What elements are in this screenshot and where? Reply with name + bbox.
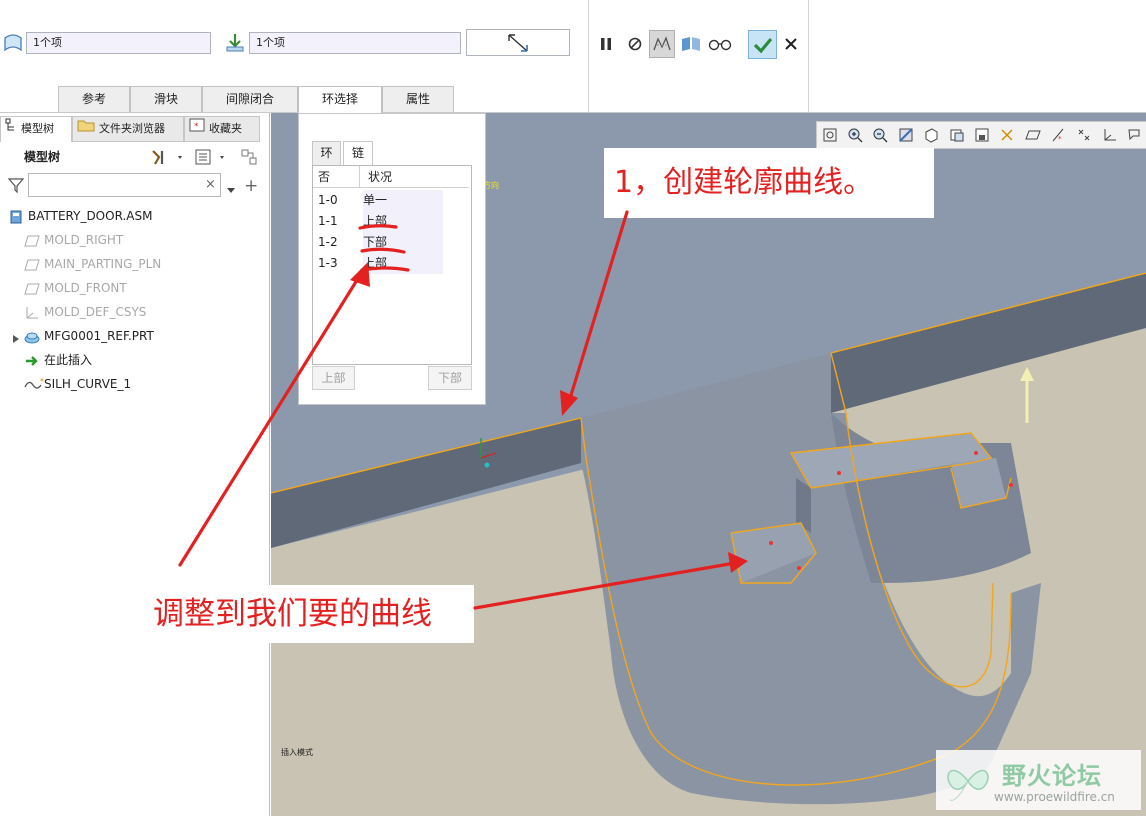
datum-plane-icon <box>24 257 40 273</box>
tab-chains[interactable]: 链 <box>343 141 373 165</box>
annotation-create-curve: 1，创建轮廓曲线。 <box>604 148 934 218</box>
insert-mode-label: 插入模式 <box>281 748 313 757</box>
model-tree-panel: 模型树 文件夹浏览器 * 收藏夹 模型树 × + BATTERY_DOOR.ASM… <box>0 113 270 816</box>
part-icon <box>24 329 40 345</box>
download-arrow-icon[interactable] <box>224 32 246 57</box>
favorites-icon: * <box>189 117 205 141</box>
svg-text:*: * <box>1058 135 1062 143</box>
watermark-url: www.proewildfire.cn <box>994 790 1115 804</box>
tab-references[interactable]: 参考 <box>58 86 130 112</box>
tab-folder-browser[interactable]: 文件夹浏览器 <box>72 116 184 142</box>
loop-selection-panel: 环 链 否 状况 1-0 单一 1-1 上部 1-2 下部 1-3 上部 上部 下部 <box>298 113 486 405</box>
display-style-icon[interactable] <box>919 123 944 147</box>
tab-properties[interactable]: 属性 <box>382 86 454 112</box>
table-row[interactable]: 1-2 下部 <box>313 232 443 253</box>
forum-watermark: 野火论坛 www.proewildfire.cn <box>936 750 1141 810</box>
assembly-icon <box>8 209 24 225</box>
graphics-toolbar: * <box>816 121 1146 149</box>
scale-button[interactable] <box>466 29 570 56</box>
tree-item-curve[interactable]: * SILH_CURVE_1 <box>24 373 131 395</box>
tab-model-tree[interactable]: 模型树 <box>0 116 72 142</box>
tab-slider[interactable]: 滑块 <box>130 86 202 112</box>
add-icon[interactable]: + <box>244 176 258 196</box>
tree-item-part[interactable]: MFG0001_REF.PRT <box>24 325 154 347</box>
tree-item-datum-plane[interactable]: MOLD_RIGHT <box>24 229 123 251</box>
butterfly-logo-icon <box>942 756 994 809</box>
plane-display-icon[interactable] <box>1020 123 1045 147</box>
tree-item-insert-here[interactable]: 在此插入 <box>24 349 92 371</box>
saved-views-icon[interactable] <box>944 123 969 147</box>
column-header-status: 状况 <box>359 166 469 188</box>
table-row[interactable]: 1-1 上部 <box>313 211 443 232</box>
column-header-no: 否 <box>313 166 359 188</box>
tree-item-datum-plane[interactable]: MAIN_PARTING_PLN <box>24 253 161 275</box>
refit-icon[interactable] <box>817 123 842 147</box>
tab-loop-selection[interactable]: 环选择 <box>298 86 382 113</box>
insert-here-arrow-icon <box>24 353 40 369</box>
table-row[interactable]: 1-0 单一 <box>313 190 443 211</box>
preview-icon[interactable] <box>678 30 704 58</box>
pause-icon[interactable] <box>593 30 619 58</box>
tab-gap-closure[interactable]: 间隙闭合 <box>202 86 298 112</box>
view-manager-icon[interactable] <box>969 123 994 147</box>
show-menu-icon[interactable] <box>194 148 230 169</box>
reference-collector-2[interactable]: 1个项 <box>249 32 461 54</box>
glasses-icon[interactable] <box>707 30 733 58</box>
confirm-check-icon[interactable] <box>748 30 777 59</box>
datum-plane-icon <box>24 281 40 297</box>
move-down-button[interactable]: 下部 <box>428 366 472 390</box>
model-tree-icon <box>5 117 17 141</box>
zoom-out-icon[interactable] <box>868 123 893 147</box>
filter-icon[interactable] <box>7 177 25 196</box>
close-x-icon[interactable] <box>778 30 804 58</box>
annotation-display-icon[interactable] <box>1122 123 1146 147</box>
clear-search-icon[interactable]: × <box>205 177 216 192</box>
reference-collector-1[interactable]: 1个项 <box>26 32 211 54</box>
repaint-icon[interactable] <box>893 123 918 147</box>
tree-filter-icon[interactable] <box>240 148 262 169</box>
folder-icon <box>77 117 95 141</box>
tree-item-csys[interactable]: MOLD_DEF_CSYS <box>24 301 146 323</box>
curve-icon: * <box>24 377 44 393</box>
zoom-in-icon[interactable] <box>842 123 867 147</box>
chevron-down-icon[interactable] <box>227 183 235 197</box>
csys-icon <box>24 305 40 321</box>
watermark-title: 野火论坛 <box>1002 762 1102 790</box>
tree-item-datum-plane[interactable]: MOLD_FRONT <box>24 277 127 299</box>
expand-triangle-icon[interactable] <box>12 333 20 347</box>
scale-arrows-icon <box>505 31 531 62</box>
surface-icon[interactable] <box>2 32 24 57</box>
point-display-icon[interactable] <box>1071 123 1096 147</box>
tab-favorites[interactable]: * 收藏夹 <box>184 116 260 142</box>
move-up-button[interactable]: 上部 <box>312 366 355 390</box>
tab-loops[interactable]: 环 <box>312 141 341 165</box>
feature-dashboard: 1个项 1个项 参考 滑块 间隙闭合 环选择 属性 <box>0 0 1146 113</box>
verify-icon[interactable] <box>649 30 675 58</box>
cancel-circle-icon[interactable] <box>622 30 648 58</box>
panel-header: 模型树 <box>24 150 61 164</box>
tree-search-input[interactable]: × <box>28 173 221 197</box>
datum-display-icon[interactable] <box>995 123 1020 147</box>
separator <box>808 0 809 112</box>
table-row[interactable]: 1-3 上部 <box>313 253 443 274</box>
annotation-adjust-curve: 调整到我们要的曲线 <box>141 585 474 643</box>
settings-tools-icon[interactable] <box>150 148 186 169</box>
axis-display-icon[interactable]: * <box>1046 123 1071 147</box>
svg-text:*: * <box>194 122 199 132</box>
csys-display-icon[interactable] <box>1096 123 1121 147</box>
tree-item-assembly[interactable]: BATTERY_DOOR.ASM <box>8 205 152 227</box>
chain-table: 否 状况 1-0 单一 1-1 上部 1-2 下部 1-3 上部 <box>312 165 472 365</box>
separator <box>588 0 589 112</box>
datum-plane-icon <box>24 233 40 249</box>
